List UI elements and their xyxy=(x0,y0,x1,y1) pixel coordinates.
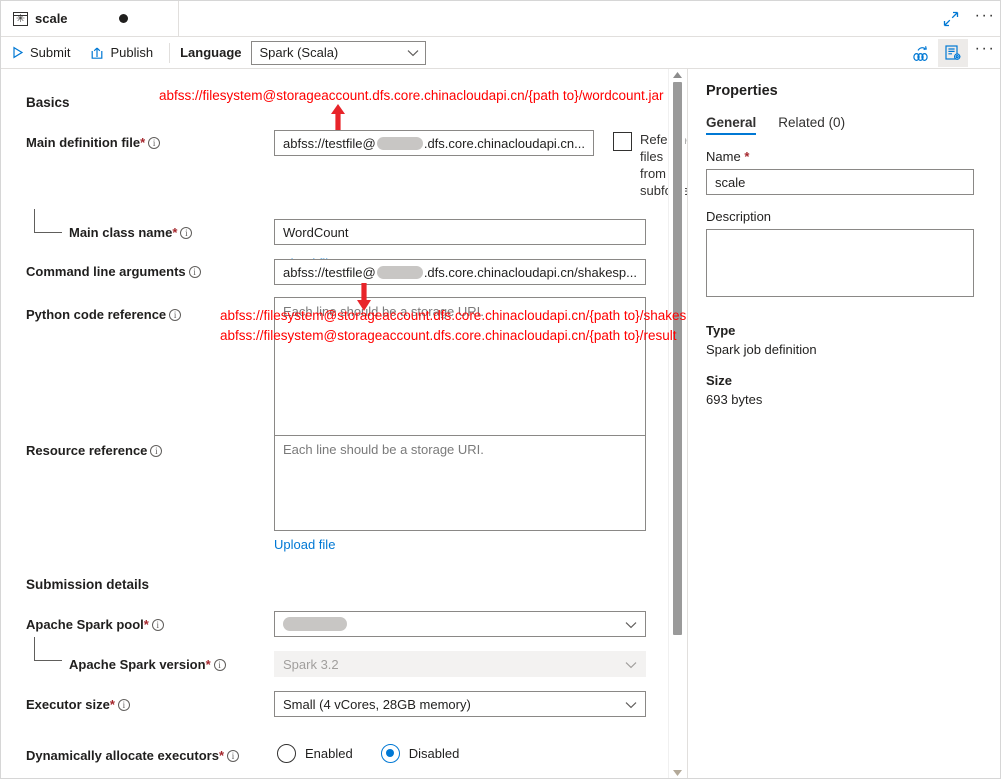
apache-spark-version-select: Spark 3.2 xyxy=(274,651,646,677)
radio-disabled-label: Disabled xyxy=(408,746,460,761)
main-definition-file-label: Main definition file* i xyxy=(26,135,161,150)
size-value: 693 bytes xyxy=(706,392,763,407)
scrollbar-down-arrow-icon[interactable] xyxy=(669,767,686,778)
job-definition-form: Basics Main definition file* i abfss://te… xyxy=(1,69,687,778)
resource-reference-placeholder: Each line should be a storage URI. xyxy=(283,442,484,457)
resource-reference-textarea[interactable]: Each line should be a storage URI. xyxy=(274,435,646,531)
dynamically-allocate-executors-label: Dynamically allocate executors* i xyxy=(26,748,239,763)
apache-spark-version-tree-connector xyxy=(34,637,62,661)
command-line-arguments-label: Command line arguments i xyxy=(26,264,201,279)
language-select[interactable]: Spark (Scala) xyxy=(250,40,426,65)
type-value: Spark job definition xyxy=(706,342,817,357)
command-bar-separator xyxy=(169,42,171,63)
expand-diagonal-icon[interactable] xyxy=(934,1,968,36)
description-field-label: Description xyxy=(706,209,772,224)
info-icon[interactable]: i xyxy=(213,659,226,671)
play-triangle-icon xyxy=(11,46,24,59)
submit-button[interactable]: Submit xyxy=(1,37,80,69)
tab-label: scale xyxy=(35,11,68,26)
python-code-reference-label: Python code reference i xyxy=(26,307,182,322)
apache-spark-pool-select[interactable] xyxy=(274,611,646,637)
info-icon[interactable]: i xyxy=(117,699,130,711)
submit-label: Submit xyxy=(30,45,71,60)
info-icon[interactable]: i xyxy=(169,309,182,321)
add-to-pipeline-icon[interactable] xyxy=(906,39,936,67)
info-icon[interactable]: i xyxy=(150,445,163,457)
properties-title: Properties xyxy=(706,83,778,99)
executor-size-select[interactable]: Small (4 vCores, 28GB memory) xyxy=(274,691,646,717)
redacted-value xyxy=(376,265,423,279)
publish-button[interactable]: Publish xyxy=(80,37,163,69)
resource-reference-upload-link[interactable]: Upload file xyxy=(274,537,335,552)
apache-spark-version-label: Apache Spark version* i xyxy=(69,657,226,672)
editor-content: Basics Main definition file* i abfss://te… xyxy=(1,69,1000,778)
basics-section-title: Basics xyxy=(26,95,70,110)
tab-strip-spacer xyxy=(179,1,934,36)
description-textarea[interactable] xyxy=(706,229,974,297)
chevron-down-icon xyxy=(625,697,637,712)
resource-reference-label: Resource reference i xyxy=(26,443,163,458)
reference-files-from-subfolder-checkbox[interactable] xyxy=(613,132,632,151)
name-field-label: Name * xyxy=(706,149,750,164)
form-vertical-scrollbar[interactable] xyxy=(668,69,686,778)
tab-general[interactable]: General xyxy=(706,115,757,135)
chevron-down-icon xyxy=(625,657,637,672)
name-input[interactable]: scale xyxy=(706,169,974,195)
main-class-name-input[interactable]: WordCount xyxy=(274,219,646,245)
python-code-reference-placeholder: Each line should be a storage URI. xyxy=(283,304,484,319)
radio-enabled[interactable] xyxy=(277,744,296,763)
dynamically-allocate-executors-radio-group[interactable]: Enabled Disabled xyxy=(277,744,487,763)
redacted-value xyxy=(283,617,347,631)
properties-gear-icon[interactable] xyxy=(938,38,968,67)
command-line-arguments-input[interactable]: abfss://testfile@ .dfs.core.chinacloudap… xyxy=(274,259,646,285)
chevron-down-icon xyxy=(407,45,419,60)
spark-job-definition-editor: ✳ scale ··· Submit Publish Language Spar… xyxy=(0,0,1001,779)
scrollbar-up-arrow-icon[interactable] xyxy=(669,69,686,81)
redacted-value xyxy=(376,136,423,150)
info-icon[interactable]: i xyxy=(180,227,193,239)
command-bar-more-ellipsis-icon[interactable]: ··· xyxy=(970,39,1000,67)
publish-label: Publish xyxy=(110,45,154,60)
radio-disabled[interactable] xyxy=(380,744,400,763)
scrollbar-thumb[interactable] xyxy=(673,82,682,635)
unsaved-changes-dot xyxy=(118,14,128,23)
publish-upload-icon xyxy=(90,46,104,60)
language-value: Spark (Scala) xyxy=(259,45,339,60)
annotation-main-definition-file: abfss://filesystem@storageaccount.dfs.co… xyxy=(159,88,664,103)
type-label: Type xyxy=(706,323,736,338)
properties-panel: Properties General Related (0) Name * sc… xyxy=(688,69,1000,778)
info-icon[interactable]: i xyxy=(227,750,239,762)
main-definition-file-input[interactable]: abfss://testfile@ .dfs.core.chinacloudap… xyxy=(274,130,594,156)
size-label: Size xyxy=(706,373,733,388)
properties-tabs: General Related (0) xyxy=(706,115,980,135)
tab-strip: ✳ scale ··· xyxy=(1,1,1000,37)
radio-enabled-label: Enabled xyxy=(305,746,353,761)
command-bar: Submit Publish Language Spark (Scala) ··… xyxy=(1,37,1000,69)
apache-spark-pool-label: Apache Spark pool* i xyxy=(26,617,164,632)
main-class-name-label: Main class name* i xyxy=(69,225,193,240)
tab-related[interactable]: Related (0) xyxy=(778,115,845,135)
language-label: Language xyxy=(180,45,242,60)
info-icon[interactable]: i xyxy=(151,619,164,631)
name-input-value: scale xyxy=(715,174,746,190)
submission-details-section-title: Submission details xyxy=(26,577,150,592)
executor-size-label: Executor size* i xyxy=(26,697,130,712)
tab-more-ellipsis-icon[interactable]: ··· xyxy=(968,1,1000,36)
main-class-name-tree-connector xyxy=(34,209,62,233)
info-icon[interactable]: i xyxy=(188,266,201,278)
language-group: Language Spark (Scala) xyxy=(180,40,426,65)
spark-job-definition-icon: ✳ xyxy=(12,11,29,26)
tab-scale[interactable]: ✳ scale xyxy=(1,1,179,36)
chevron-down-icon xyxy=(625,617,637,632)
info-icon[interactable]: i xyxy=(148,137,161,149)
